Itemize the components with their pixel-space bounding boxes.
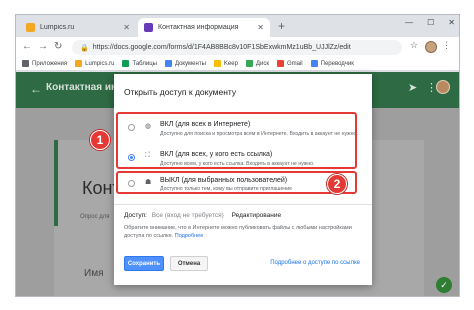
note-text: Обратите внимание, что в Интернете можно…	[124, 225, 352, 239]
bookmark-apps[interactable]: Приложения	[22, 60, 67, 67]
drive-icon	[245, 60, 253, 67]
lumpics-icon	[75, 60, 83, 67]
close-icon[interactable]: ✕	[123, 23, 130, 32]
send-icon[interactable]: ➤	[408, 81, 417, 94]
reload-icon[interactable]: ↻	[54, 41, 62, 52]
access-label: Доступ:	[124, 212, 147, 219]
note-more-link[interactable]: Подробнее	[175, 233, 204, 239]
url-text: https://docs.google.com/forms/d/1F4AB8BB…	[92, 44, 351, 51]
forward-arrow-icon[interactable]: →	[38, 41, 48, 52]
tab-title: Lumpics.ru	[40, 24, 75, 31]
avatar[interactable]	[425, 41, 437, 53]
forms-favicon-icon	[144, 23, 153, 32]
callout-badge-2: 2	[327, 174, 347, 194]
docs-icon	[164, 60, 172, 67]
back-arrow-icon[interactable]: ←	[30, 82, 42, 96]
keep-icon	[213, 60, 221, 67]
name-question: Имя	[84, 268, 104, 279]
tab-google-forms[interactable]: Контактная информация - Goo ✕	[138, 18, 270, 37]
tab-title: Контактная информация - Goo	[158, 24, 238, 31]
bookmark-translate[interactable]: Переводчик	[310, 60, 354, 67]
minimize-button[interactable]: —	[405, 18, 413, 27]
bookmark-lumpics[interactable]: Lumpics.ru	[75, 60, 114, 67]
bookmark-keep[interactable]: Keep	[213, 60, 238, 67]
highlight-box-2	[116, 171, 357, 194]
translate-icon	[310, 60, 318, 67]
divider	[114, 204, 372, 205]
shield-check-icon[interactable]: ✓	[436, 277, 452, 293]
menu-icon[interactable]: ⋮	[442, 40, 451, 51]
highlight-box-1	[116, 112, 357, 169]
window-controls: — ☐ ✕	[405, 18, 455, 27]
bookmark-gmail[interactable]: Gmail	[276, 60, 303, 67]
save-button[interactable]: Сохранить	[124, 256, 164, 271]
access-value: Все (вход не требуется)	[151, 212, 224, 219]
card-description: Опрос для	[80, 214, 110, 220]
form-title: Контактная ин	[46, 82, 118, 93]
access-row: Доступ: Все (вход не требуется) Редактир…	[124, 212, 281, 219]
bookmark-star-icon[interactable]: ☆	[410, 40, 418, 51]
callout-badge-1: 1	[90, 130, 110, 150]
bookmarks-bar: Приложения Lumpics.ru Таблицы Документы …	[16, 57, 459, 71]
apps-grid-icon	[22, 60, 29, 67]
dialog-title: Открыть доступ к документу	[124, 87, 237, 97]
access-role[interactable]: Редактирование	[232, 212, 282, 219]
address-bar[interactable]: 🔒 https://docs.google.com/forms/d/1F4AB8…	[72, 40, 402, 55]
lock-icon: 🔒	[80, 44, 89, 52]
avatar[interactable]	[436, 80, 450, 94]
gmail-icon	[276, 60, 284, 67]
new-tab-button[interactable]: +	[278, 19, 285, 33]
bookmark-sheets[interactable]: Таблицы	[122, 60, 157, 67]
link-sharing-help-link[interactable]: Подробнее о доступе по ссылке	[270, 260, 360, 266]
bookmark-docs[interactable]: Документы	[164, 60, 206, 67]
card-accent	[54, 140, 58, 226]
maximize-button[interactable]: ☐	[427, 18, 434, 27]
close-icon[interactable]: ✕	[257, 23, 264, 32]
close-window-button[interactable]: ✕	[448, 18, 455, 27]
cancel-button[interactable]: Отмена	[170, 256, 208, 271]
browser-toolbar: ← → ↻ 🔒 https://docs.google.com/forms/d/…	[16, 37, 459, 57]
sheets-icon	[122, 60, 130, 67]
lumpics-favicon-icon	[26, 23, 35, 32]
back-arrow-icon[interactable]: ←	[22, 41, 32, 52]
bookmark-drive[interactable]: Диск	[245, 60, 269, 67]
tab-strip: Lumpics.ru ✕ Контактная информация - Goo…	[16, 15, 459, 37]
tab-lumpics[interactable]: Lumpics.ru ✕	[20, 18, 136, 37]
